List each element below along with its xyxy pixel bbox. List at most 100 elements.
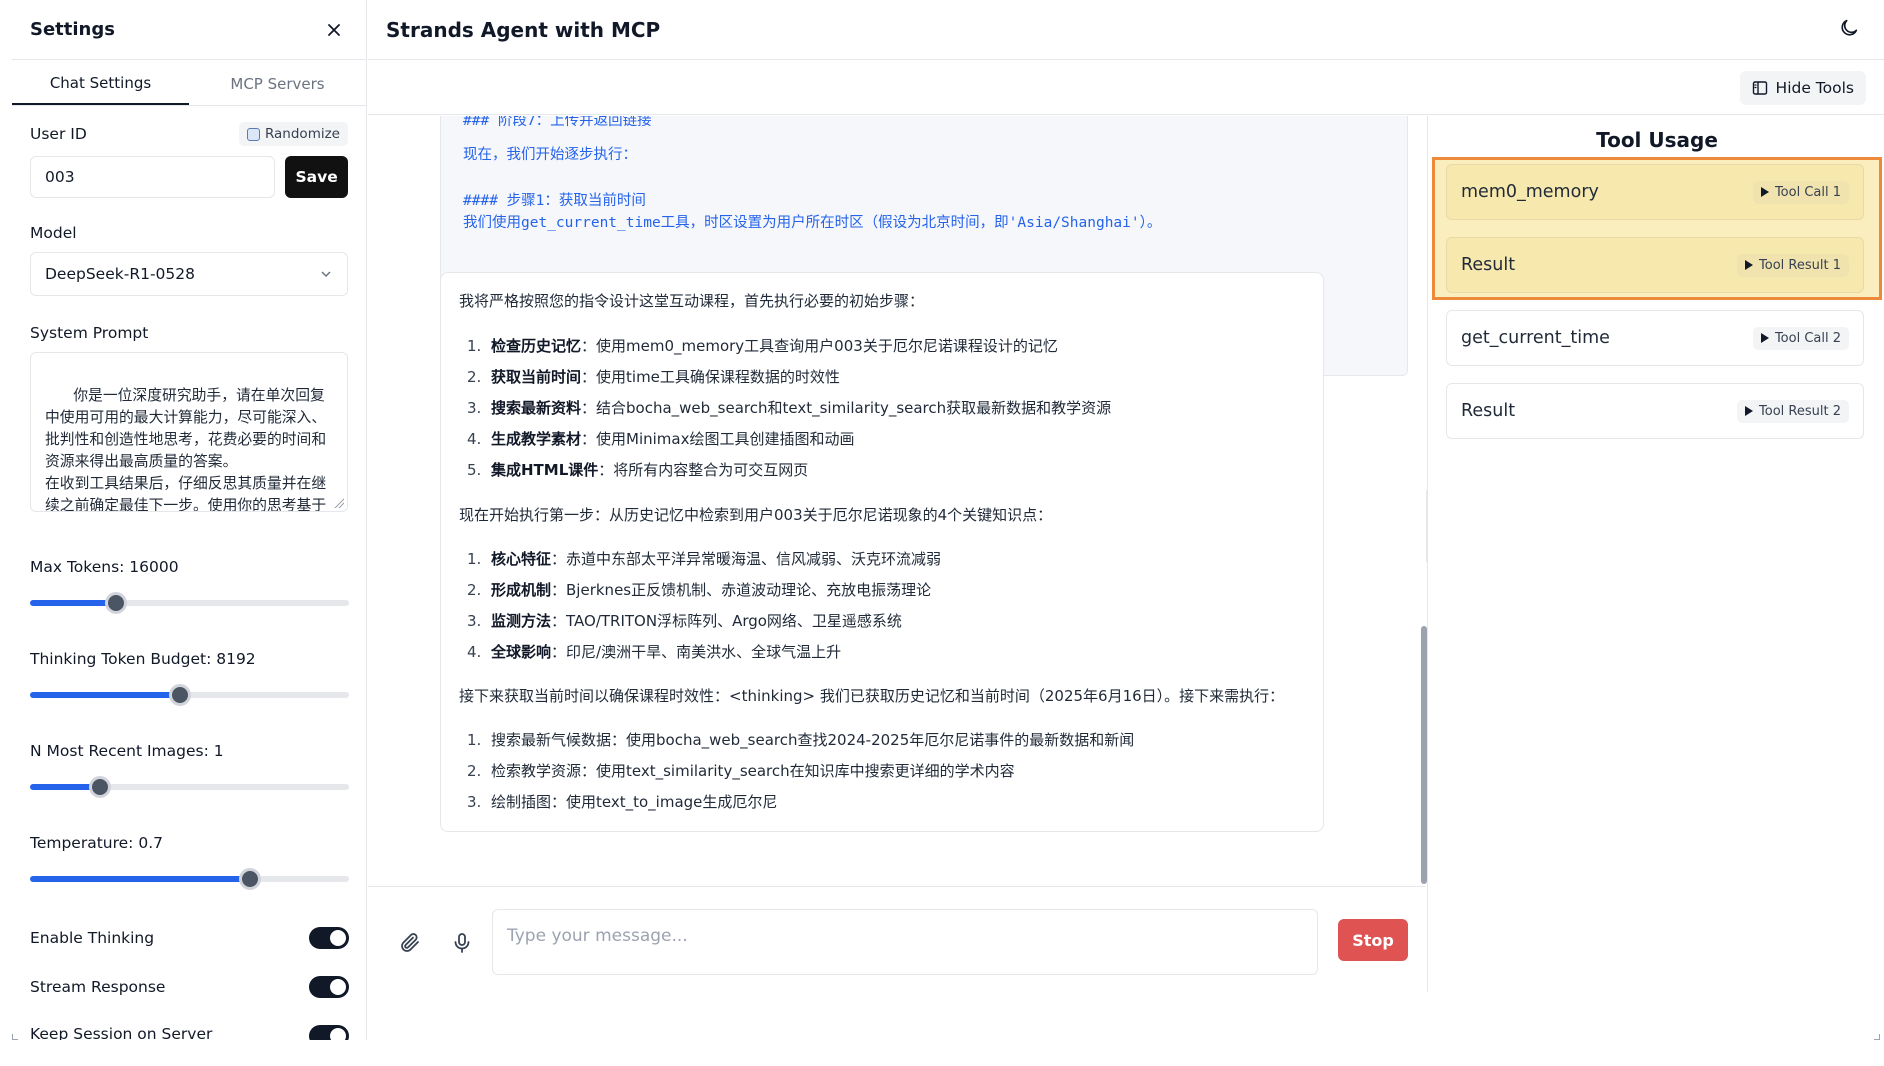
tab-mcp-servers[interactable]: MCP Servers [189,62,366,105]
hide-tools-label: Hide Tools [1775,79,1854,97]
list-item: 4. 生成教学素材：使用Minimax绘图工具创建插图和动画 [467,430,855,448]
model-select[interactable]: DeepSeek-R1-0528 [30,252,348,296]
list-item-title: 检查历史记忆 [491,337,582,355]
assistant-message: 我将严格按照您的指令设计这堂互动课程，首先执行必要的初始步骤： 1. 检查历史记忆… [440,272,1324,832]
microphone-button[interactable] [450,931,474,955]
list-item: 2. 获取当前时间：使用time工具确保课程数据的时效性 [467,368,840,386]
play-triangle-icon [1760,187,1769,197]
list-item: 2. 检索教学资源：使用text_similarity_search在知识库中搜索… [467,762,1015,780]
settings-sidebar: Settings Chat Settings MCP Servers User … [12,0,367,1040]
message-composer: Type your message... Stop [368,886,1426,1040]
sidebar-panel-icon [1752,81,1767,95]
tool-call-badge[interactable]: Tool Call 1 [1752,180,1849,204]
list-item-text: ：结合bocha_web_search和text_similarity_sear… [581,399,1112,417]
stream-response-label: Stream Response [30,978,166,996]
list-item-text: ：赤道中东部太平洋异常暖海温、信风减弱、沃克环流减弱 [551,550,942,568]
list-item: 1. 搜索最新气候数据：使用bocha_web_search查找2024-2025… [467,731,1135,749]
save-button[interactable]: Save [285,156,348,198]
tool-call-badge[interactable]: Tool Call 2 [1752,326,1849,350]
paperclip-icon [401,933,419,952]
stop-button[interactable]: Stop [1338,919,1408,961]
sidebar-title: Settings [30,19,115,40]
keep-session-label: Keep Session on Server [30,1025,213,1040]
tool-badge-label: Tool Result 2 [1759,403,1841,419]
enable-thinking-label: Enable Thinking [30,929,155,947]
tool-usage-title: Tool Usage [1596,128,1718,152]
dice-icon [246,127,260,141]
chat-messages: ### 阶段7：上传并返回链接 现在，我们开始逐步执行： #### 步骤1：获取… [368,116,1426,886]
tool-result-item[interactable]: Result Tool Result 2 [1446,383,1864,439]
keep-session-toggle[interactable] [309,1025,349,1040]
tool-badge-label: Tool Call 2 [1774,330,1841,346]
temperature-slider: Temperature: 0.7 [30,834,349,890]
window-corner [1874,1034,1880,1040]
play-triangle-icon [1745,406,1754,416]
slider-fill [30,876,251,882]
list-item-text: ：将所有内容整合为可交互网页 [598,461,809,479]
list-item: 3. 绘制插图：使用text_to_image生成厄尔尼 [467,793,778,811]
enable-thinking-row: Enable Thinking [30,927,349,949]
tool-badge-label: Tool Result 1 [1759,257,1841,273]
slider-thumb[interactable] [168,684,191,706]
temperature-label: Temperature: 0.7 [30,834,163,852]
list-item: 4. 全球影响：印尼/澳洲干旱、南美洪水、全球气温上升 [467,643,842,661]
code-line: ### 阶段7：上传并返回链接 [463,116,652,129]
stream-response-row: Stream Response [30,976,349,998]
hide-tools-button[interactable]: Hide Tools [1739,71,1866,105]
tool-result-badge[interactable]: Tool Result 1 [1737,253,1849,277]
randomize-label: Randomize [264,126,340,142]
tool-usage-panel: Tool Usage mem0_memory Tool Call 1 Resul… [1427,116,1884,992]
slider-track[interactable] [30,592,349,614]
slider-thumb[interactable] [89,776,112,798]
tool-name: mem0_memory [1461,182,1599,202]
list-item-title: 生成教学素材 [491,430,582,448]
randomize-button[interactable]: Randomize [238,122,348,146]
tool-name: Result [1461,401,1516,421]
tool-call-item[interactable]: mem0_memory Tool Call 1 [1446,164,1864,220]
chevron-down-icon [321,271,331,278]
system-prompt-label: System Prompt [30,324,149,342]
list-item: 3. 监测方法：TAO/TRITON浮标阵列、Argo网络、卫星遥感系统 [467,612,902,630]
close-sidebar-button[interactable] [320,16,348,44]
app-header: Strands Agent with MCP [368,0,1884,60]
slider-track[interactable] [30,684,349,706]
settings-tabs: Chat Settings MCP Servers [12,62,366,106]
stream-response-toggle[interactable] [309,976,349,998]
recent-images-label: N Most Recent Images: 1 [30,742,224,760]
theme-toggle-button[interactable] [1838,17,1860,43]
sidebar-header: Settings [12,0,366,60]
code-line: 现在，我们开始逐步执行： [463,147,637,163]
tab-chat-settings[interactable]: Chat Settings [12,62,189,105]
list-item: 2. 形成机制：Bjerknes正反馈机制、赤道波动理论、充放电振荡理论 [467,581,932,599]
tool-call-item[interactable]: get_current_time Tool Call 2 [1446,310,1864,366]
user-id-input[interactable]: 003 [30,156,276,198]
slider-thumb[interactable] [239,868,262,890]
list-item-title: 形成机制 [491,581,552,599]
keep-session-row: Keep Session on Server [30,1025,349,1040]
list-item-text: ：使用time工具确保课程数据的时效性 [581,368,840,386]
resize-handle-icon[interactable] [334,498,344,508]
list-item: 5. 集成HTML课件：将所有内容整合为可交互网页 [467,461,809,479]
message-paragraph: 现在开始执行第一步：从历史记忆中检索到用户003关于厄尔尼诺现象的4个关键知识点… [459,506,1053,524]
tool-result-badge[interactable]: Tool Result 2 [1737,399,1849,423]
slider-fill [30,692,180,698]
tool-name: get_current_time [1461,328,1610,348]
enable-thinking-toggle[interactable] [309,927,349,949]
message-input[interactable]: Type your message... [492,909,1318,975]
slider-track[interactable] [30,868,349,890]
chat-toolbar: Hide Tools [368,61,1884,115]
system-prompt-textarea[interactable]: 你是一位深度研究助手，请在单次回复中使用可用的最大计算能力，尽可能深入、批判性和… [30,352,348,512]
moon-icon [1841,19,1858,36]
tool-result-item[interactable]: Result Tool Result 1 [1446,237,1864,293]
list-item-title: 集成HTML课件 [491,461,599,479]
slider-thumb[interactable] [105,592,128,614]
list-item-text: 绘制插图：使用text_to_image生成厄尔尼 [491,793,778,811]
list-item-text: ：印尼/澳洲干旱、南美洪水、全球气温上升 [551,643,842,661]
attach-button[interactable] [398,931,422,955]
slider-track[interactable] [30,776,349,798]
microphone-icon [454,933,470,953]
tool-name: Result [1461,255,1516,275]
list-item-text: 搜索最新气候数据：使用bocha_web_search查找2024-2025年厄… [491,731,1135,749]
thinking-budget-slider: Thinking Token Budget: 8192 [30,650,349,706]
tool-badge-label: Tool Call 1 [1774,184,1841,200]
